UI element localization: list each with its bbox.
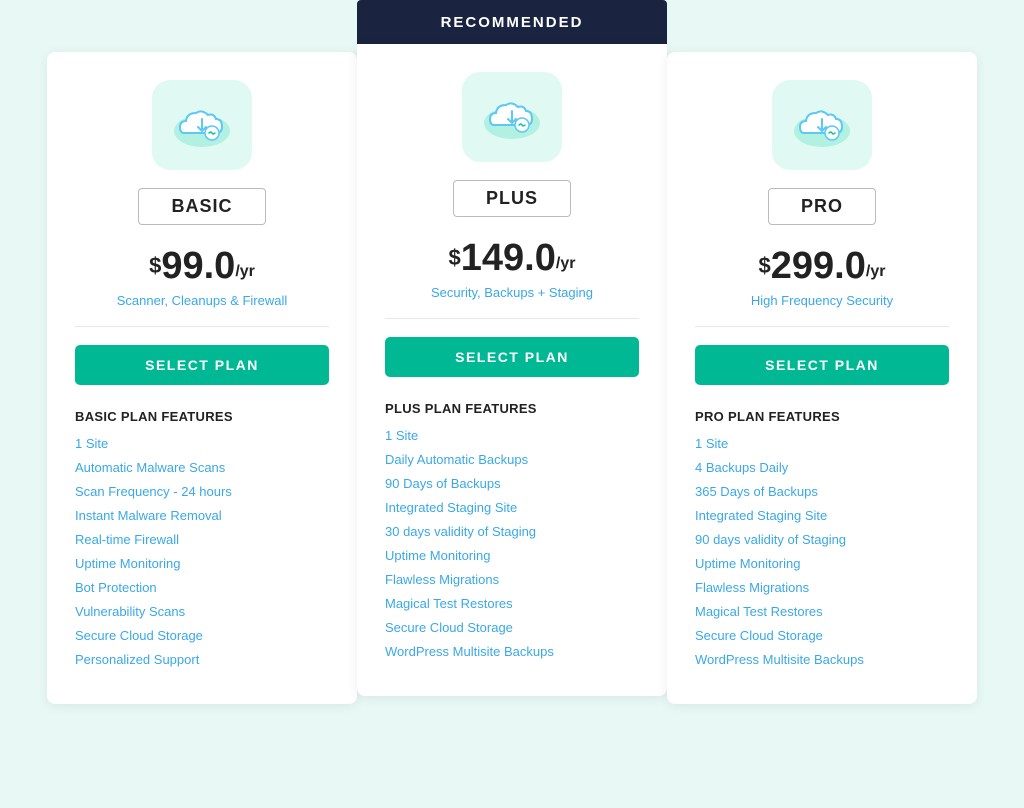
list-item: Secure Cloud Storage xyxy=(695,628,949,643)
list-item: Instant Malware Removal xyxy=(75,508,329,523)
basic-price-row: $ 99.0 /yr xyxy=(149,247,255,285)
list-item: 30 days validity of Staging xyxy=(385,524,639,539)
basic-tagline: Scanner, Cleanups & Firewall xyxy=(117,293,288,308)
basic-features-title: BASIC PLAN FEATURES xyxy=(75,409,233,424)
list-item: 1 Site xyxy=(695,436,949,451)
basic-features-list: 1 Site Automatic Malware Scans Scan Freq… xyxy=(75,436,329,676)
list-item: Secure Cloud Storage xyxy=(385,620,639,635)
plus-icon-area xyxy=(462,72,562,162)
pro-plan-card: PRO $ 299.0 /yr High Frequency Security … xyxy=(667,52,977,704)
list-item: Daily Automatic Backups xyxy=(385,452,639,467)
pro-features-list: 1 Site 4 Backups Daily 365 Days of Backu… xyxy=(695,436,949,676)
list-item: Real-time Firewall xyxy=(75,532,329,547)
plans-container: BASIC $ 99.0 /yr Scanner, Cleanups & Fir… xyxy=(30,0,994,704)
plus-plan-wrapper: RECOMMENDED PLUS $ 149.0 /yr xyxy=(357,0,667,696)
list-item: 1 Site xyxy=(385,428,639,443)
plus-plan-name: PLUS xyxy=(453,180,571,217)
pro-price-period: /yr xyxy=(866,263,886,281)
list-item: 365 Days of Backups xyxy=(695,484,949,499)
list-item: Integrated Staging Site xyxy=(695,508,949,523)
list-item: 1 Site xyxy=(75,436,329,451)
plus-price-period: /yr xyxy=(556,255,576,273)
plus-features-title: PLUS PLAN FEATURES xyxy=(385,401,537,416)
plus-divider xyxy=(385,318,639,319)
list-item: 4 Backups Daily xyxy=(695,460,949,475)
list-item: Magical Test Restores xyxy=(385,596,639,611)
plus-price-row: $ 149.0 /yr xyxy=(449,239,576,277)
page-wrapper: BASIC $ 99.0 /yr Scanner, Cleanups & Fir… xyxy=(0,0,1024,808)
list-item: Magical Test Restores xyxy=(695,604,949,619)
plus-cloud-icon xyxy=(480,91,544,143)
basic-icon-area xyxy=(152,80,252,170)
basic-plan-name: BASIC xyxy=(138,188,265,225)
plus-price-dollar: $ xyxy=(449,245,461,271)
list-item: 90 Days of Backups xyxy=(385,476,639,491)
basic-price-dollar: $ xyxy=(149,253,161,279)
list-item: Uptime Monitoring xyxy=(75,556,329,571)
pro-select-plan-button[interactable]: SELECT PLAN xyxy=(695,345,949,385)
plus-price-amount: 149.0 xyxy=(461,239,556,277)
plus-plan-card: PLUS $ 149.0 /yr Security, Backups + Sta… xyxy=(357,44,667,696)
list-item: Uptime Monitoring xyxy=(695,556,949,571)
list-item: Bot Protection xyxy=(75,580,329,595)
list-item: Scan Frequency - 24 hours xyxy=(75,484,329,499)
list-item: Flawless Migrations xyxy=(695,580,949,595)
list-item: Automatic Malware Scans xyxy=(75,460,329,475)
basic-price-period: /yr xyxy=(235,263,255,281)
basic-price-amount: 99.0 xyxy=(161,247,235,285)
list-item: Integrated Staging Site xyxy=(385,500,639,515)
list-item: WordPress Multisite Backups xyxy=(385,644,639,659)
pro-plan-wrapper: PRO $ 299.0 /yr High Frequency Security … xyxy=(667,0,977,704)
list-item: 90 days validity of Staging xyxy=(695,532,949,547)
pro-divider xyxy=(695,326,949,327)
basic-divider xyxy=(75,326,329,327)
list-item: Secure Cloud Storage xyxy=(75,628,329,643)
list-item: Uptime Monitoring xyxy=(385,548,639,563)
plus-tagline: Security, Backups + Staging xyxy=(431,285,593,300)
pro-cloud-icon xyxy=(790,99,854,151)
basic-cloud-icon xyxy=(170,99,234,151)
pro-features-title: PRO PLAN FEATURES xyxy=(695,409,840,424)
recommended-banner: RECOMMENDED xyxy=(357,0,667,44)
list-item: Personalized Support xyxy=(75,652,329,667)
plus-select-plan-button[interactable]: SELECT PLAN xyxy=(385,337,639,377)
basic-select-plan-button[interactable]: SELECT PLAN xyxy=(75,345,329,385)
basic-plan-wrapper: BASIC $ 99.0 /yr Scanner, Cleanups & Fir… xyxy=(47,0,357,704)
list-item: Flawless Migrations xyxy=(385,572,639,587)
list-item: Vulnerability Scans xyxy=(75,604,329,619)
pro-plan-name: PRO xyxy=(768,188,876,225)
basic-plan-card: BASIC $ 99.0 /yr Scanner, Cleanups & Fir… xyxy=(47,52,357,704)
pro-price-row: $ 299.0 /yr xyxy=(759,247,886,285)
pro-tagline: High Frequency Security xyxy=(751,293,893,308)
pro-price-dollar: $ xyxy=(759,253,771,279)
pro-price-amount: 299.0 xyxy=(771,247,866,285)
plus-features-list: 1 Site Daily Automatic Backups 90 Days o… xyxy=(385,428,639,668)
list-item: WordPress Multisite Backups xyxy=(695,652,949,667)
pro-icon-area xyxy=(772,80,872,170)
